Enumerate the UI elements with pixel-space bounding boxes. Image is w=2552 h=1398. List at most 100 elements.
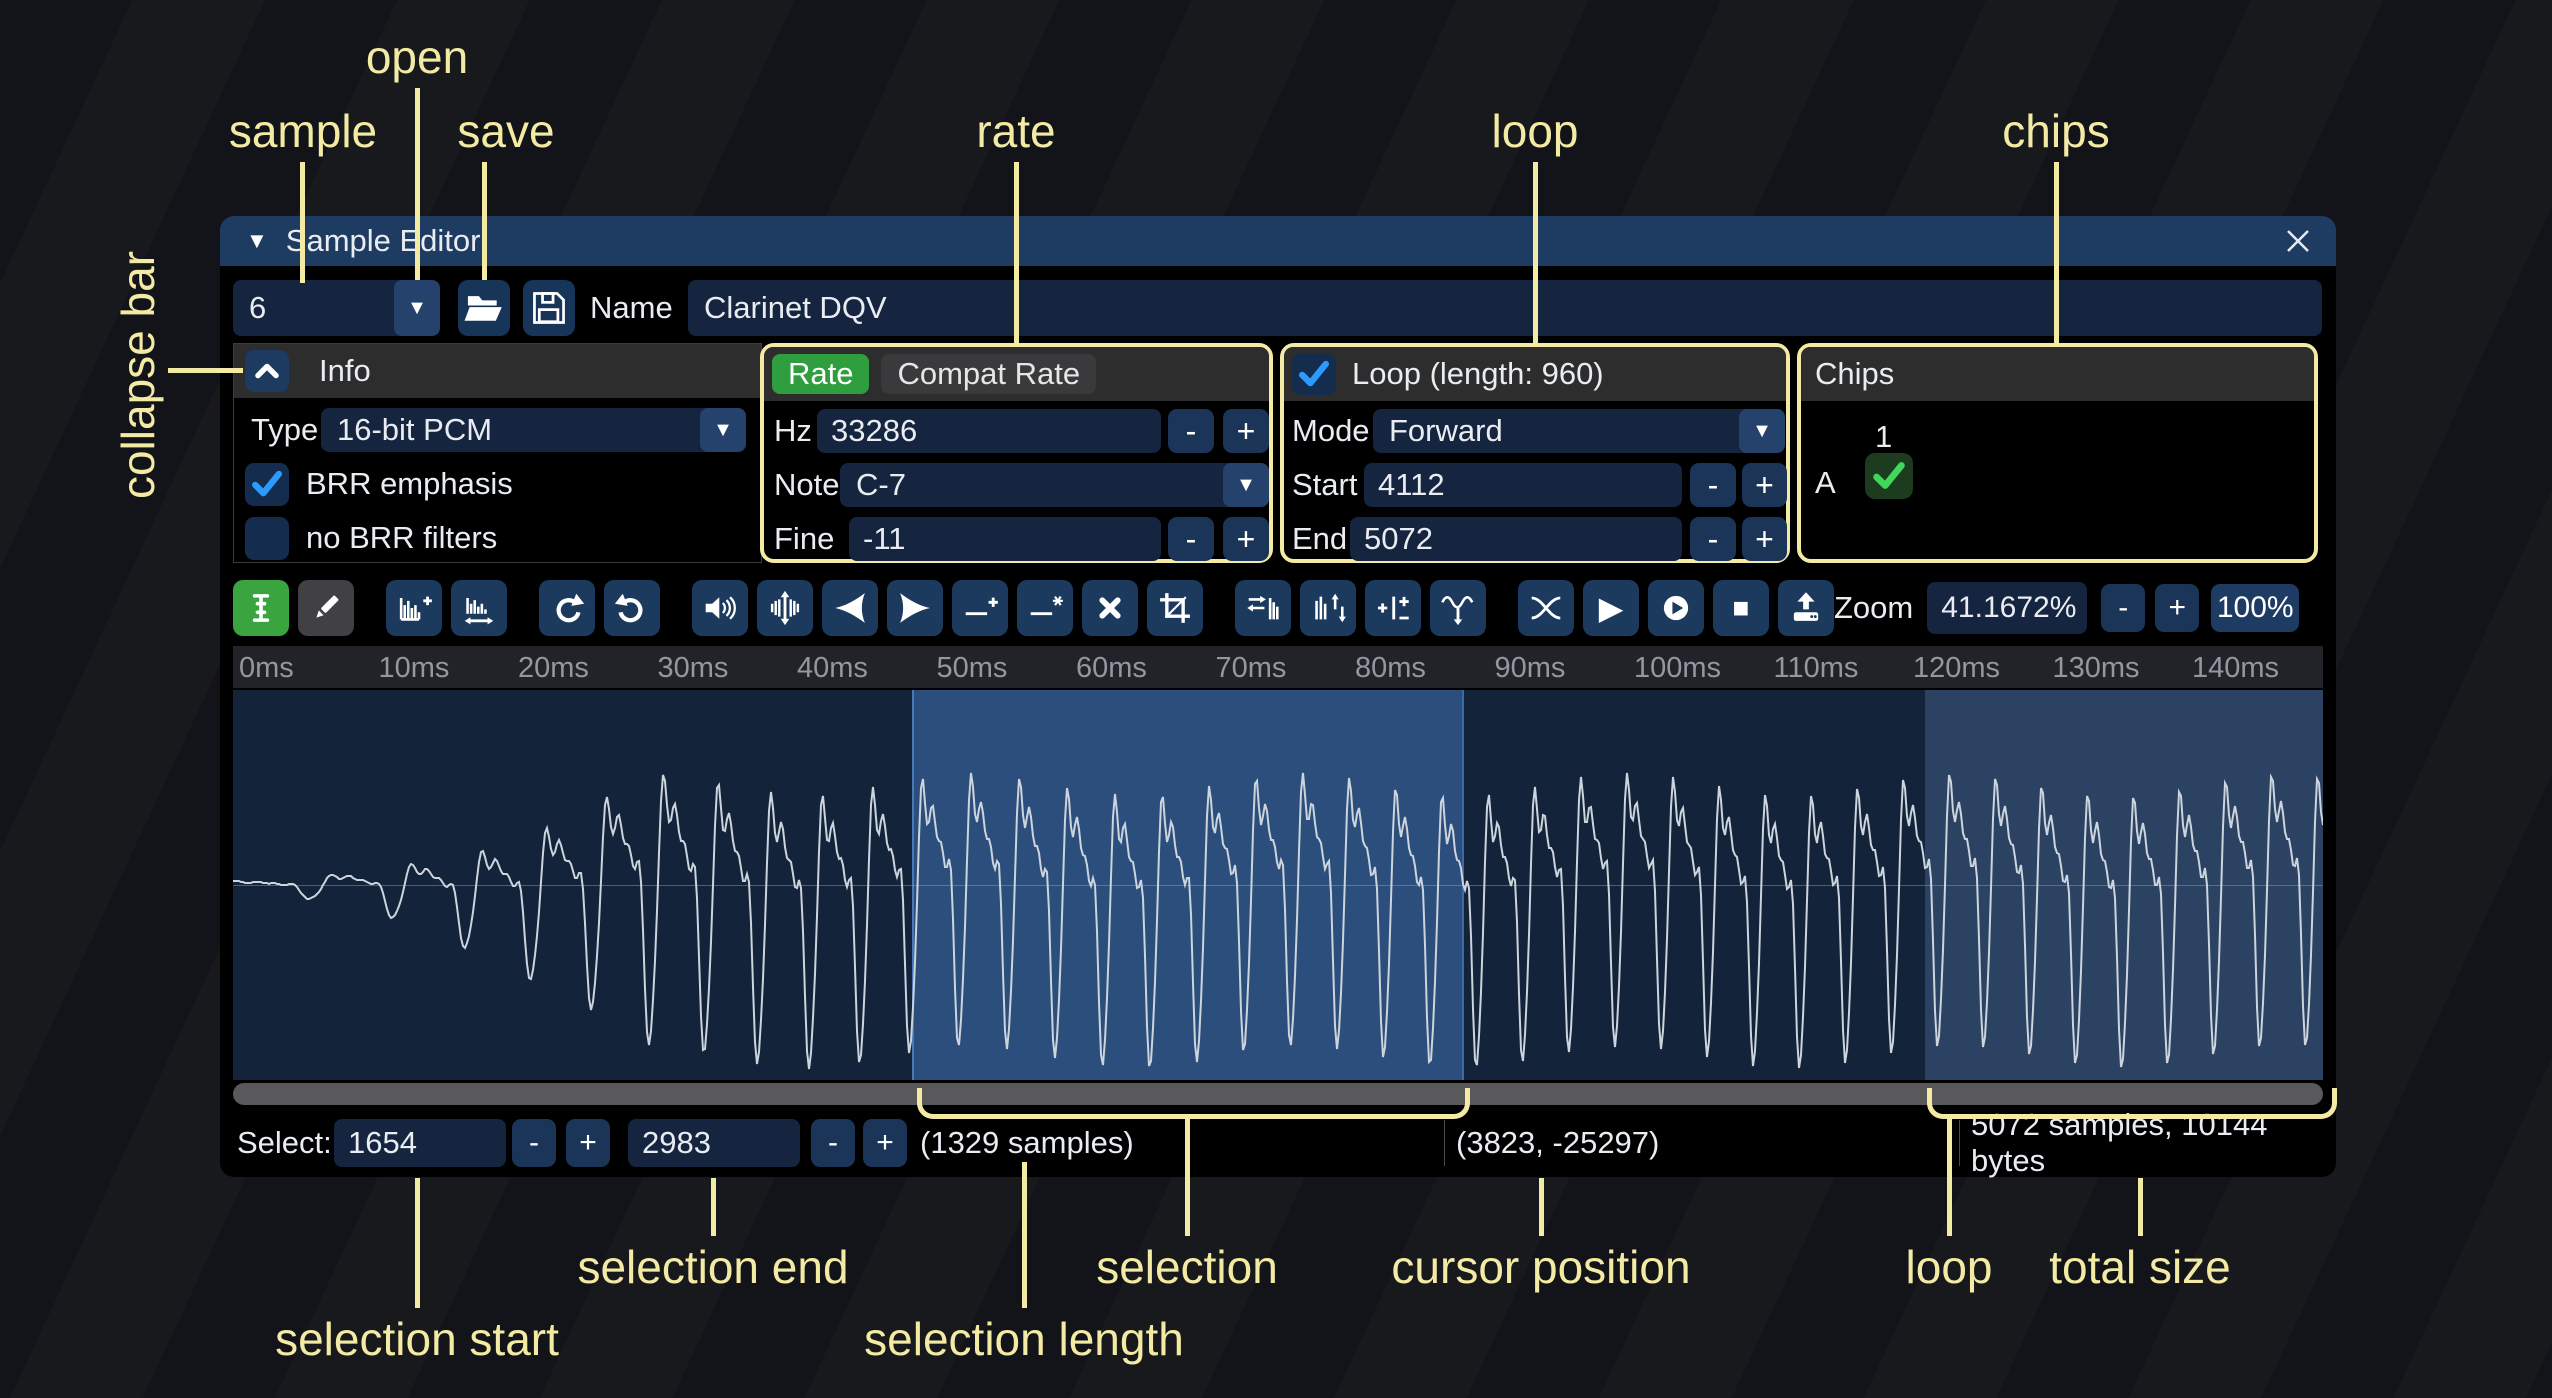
insert-silence-button[interactable]: [952, 580, 1008, 636]
draw-tool-button[interactable]: [298, 580, 354, 636]
callout-line: [1014, 162, 1019, 345]
selection-end-minus-button[interactable]: -: [811, 1119, 855, 1167]
fade-out-button[interactable]: [887, 580, 943, 636]
save-icon: [528, 287, 570, 329]
resample-button[interactable]: [451, 580, 507, 636]
sample-type-select[interactable]: 16-bit PCM ▼: [321, 408, 746, 452]
waveform-canvas[interactable]: [233, 690, 2323, 1080]
selection-start-plus-button[interactable]: +: [566, 1119, 610, 1167]
chip-row-label: A: [1815, 465, 1836, 501]
chevron-up-icon: [247, 352, 287, 390]
no-brr-filters-checkbox[interactable]: [245, 517, 289, 560]
reverse-button[interactable]: [1235, 580, 1291, 636]
filter-wave-icon: [1438, 588, 1478, 628]
window-titlebar[interactable]: ▼ Sample Editor: [220, 216, 2336, 266]
loop-mode-select[interactable]: Forward ▼: [1373, 409, 1785, 453]
sample-select[interactable]: 6 ▼: [233, 280, 440, 336]
chevron-down-icon[interactable]: ▼: [1739, 409, 1785, 453]
apply-silence-button[interactable]: [1017, 580, 1073, 636]
crossfade-button[interactable]: [1518, 580, 1574, 636]
rate-panel: Rate Compat Rate Hz 33286 - + Note C-7 ▼…: [760, 343, 1273, 563]
close-button[interactable]: [2276, 220, 2320, 262]
hz-input[interactable]: 33286: [817, 409, 1161, 453]
loop-start-input[interactable]: 4112: [1364, 463, 1682, 507]
screenshot-root: ▼ Sample Editor 6 ▼ N: [0, 0, 2552, 1398]
annotation-total-size: total size: [2049, 1240, 2231, 1294]
loop-end-minus-button[interactable]: -: [1690, 517, 1736, 561]
chevron-down-icon[interactable]: ▼: [700, 408, 746, 452]
info-panel: Info Type 16-bit PCM ▼ BRR emphasis: [233, 343, 762, 563]
fine-input[interactable]: -11: [849, 517, 1161, 561]
waveform: [233, 690, 2323, 1080]
ruler-tick: 10ms: [379, 652, 450, 685]
brr-emphasis-checkbox[interactable]: [245, 463, 289, 506]
select-tool-button[interactable]: [233, 580, 289, 636]
sample-toolbar: ▶ ■ Zoom 41.1672% - + 100%: [233, 580, 2323, 636]
chevron-down-icon[interactable]: ▼: [394, 280, 440, 336]
chip-enable-checkbox[interactable]: [1865, 453, 1913, 499]
tab-compat-rate[interactable]: Compat Rate: [881, 354, 1096, 394]
undo-button[interactable]: [539, 580, 595, 636]
open-button[interactable]: [458, 280, 510, 336]
note-select[interactable]: C-7 ▼: [840, 463, 1269, 507]
save-button[interactable]: [523, 280, 575, 336]
ruler-tick: 130ms: [2053, 652, 2140, 685]
zoom-plus-button[interactable]: +: [2155, 584, 2199, 632]
selection-start-minus-button[interactable]: -: [512, 1119, 556, 1167]
fade-in-button[interactable]: [822, 580, 878, 636]
stop-button[interactable]: ■: [1713, 580, 1769, 636]
filter-button[interactable]: [1430, 580, 1486, 636]
export-button[interactable]: [1778, 580, 1834, 636]
window-collapse-icon[interactable]: ▼: [246, 228, 268, 254]
preview-button[interactable]: [1648, 580, 1704, 636]
selection-start-value: 1654: [348, 1125, 417, 1161]
zoom-input[interactable]: 41.1672%: [1927, 582, 2087, 634]
amplify-button[interactable]: [692, 580, 748, 636]
signedness-button[interactable]: [1365, 580, 1421, 636]
info-panel-header: Info: [234, 344, 761, 398]
play-button[interactable]: ▶: [1583, 580, 1639, 636]
name-input[interactable]: Clarinet DQV: [688, 280, 2322, 336]
loop-start-minus-button[interactable]: -: [1690, 463, 1736, 507]
play-circle-icon: [1656, 588, 1696, 628]
hz-plus-button[interactable]: +: [1223, 409, 1269, 453]
invert-button[interactable]: [1300, 580, 1356, 636]
zoom-reset-button[interactable]: 100%: [2211, 584, 2299, 632]
x-icon: [1092, 590, 1128, 626]
pencil-icon: [307, 589, 345, 627]
selection-end-input[interactable]: 2983: [628, 1119, 800, 1167]
chips-panel: Chips 1 A: [1797, 343, 2318, 563]
loop-panel: Loop (length: 960) Mode Forward ▼ Start …: [1280, 343, 1790, 563]
callout-line: [300, 162, 305, 283]
play-icon: ▶: [1599, 589, 1624, 627]
loop-start-plus-button[interactable]: +: [1742, 463, 1787, 507]
loop-end-plus-button[interactable]: +: [1742, 517, 1787, 561]
annotation-chips: chips: [2002, 104, 2109, 158]
resize-button[interactable]: [386, 580, 442, 636]
zoom-minus-button[interactable]: -: [2101, 584, 2145, 632]
selection-end-plus-button[interactable]: +: [863, 1119, 907, 1167]
normalize-button[interactable]: [757, 580, 813, 636]
selection-start-input[interactable]: 1654: [334, 1119, 506, 1167]
time-ruler[interactable]: 0ms10ms20ms30ms40ms50ms60ms70ms80ms90ms1…: [233, 646, 2323, 688]
selection-length-text: (1329 samples): [920, 1119, 1134, 1167]
loop-enable-checkbox[interactable]: [1292, 353, 1336, 395]
hz-minus-button[interactable]: -: [1168, 409, 1214, 453]
sample-select-value: 6: [233, 290, 394, 326]
fine-plus-button[interactable]: +: [1223, 517, 1269, 561]
chevron-down-icon[interactable]: ▼: [1223, 463, 1269, 507]
callout-line: [1947, 1114, 1952, 1236]
loop-end-input[interactable]: 5072: [1350, 517, 1682, 561]
delete-button[interactable]: [1082, 580, 1138, 636]
annotation-open: open: [366, 30, 468, 84]
silence-plus-icon: [960, 588, 1000, 628]
tab-rate[interactable]: Rate: [772, 354, 869, 394]
redo-button[interactable]: [604, 580, 660, 636]
trim-button[interactable]: [1147, 580, 1203, 636]
fine-minus-button[interactable]: -: [1168, 517, 1214, 561]
annotation-sample: sample: [229, 104, 377, 158]
wave-vertical-arrows-icon: [765, 588, 805, 628]
zoom-controls: Zoom 41.1672% - + 100%: [1834, 582, 2299, 634]
collapse-bar-button[interactable]: [245, 350, 289, 392]
close-icon: [2281, 224, 2315, 258]
